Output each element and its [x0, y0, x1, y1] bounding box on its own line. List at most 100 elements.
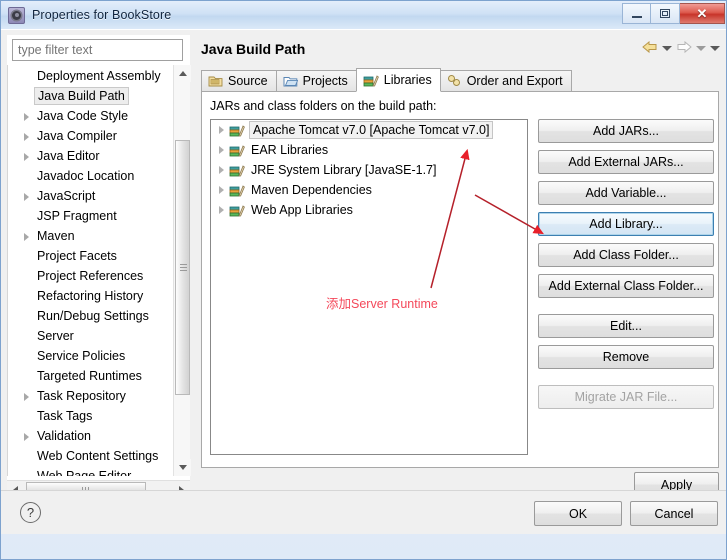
sidebar-item-label: Javadoc Location	[37, 169, 135, 183]
sidebar-item-label: Java Code Style	[37, 109, 129, 123]
sidebar-item-label: Targeted Runtimes	[37, 369, 142, 383]
settings-tree-panel: Deployment Assembly Java Build Path Java C…	[7, 35, 191, 497]
sidebar-item-refactoring-history[interactable]: Refactoring History	[8, 286, 174, 306]
library-list-item[interactable]: Web App Libraries	[211, 200, 527, 220]
settings-tree[interactable]: Deployment Assembly Java Build Path Java C…	[7, 65, 190, 476]
sidebar-item-task-tags[interactable]: Task Tags	[8, 406, 174, 426]
sidebar-item-label: JavaScript	[37, 189, 96, 203]
dialog-action-buttons: OK Cancel	[534, 501, 718, 526]
remove-button[interactable]: Remove	[538, 345, 714, 369]
minimize-button[interactable]	[622, 3, 651, 24]
tree-expand-chevron-right-icon[interactable]	[22, 191, 33, 202]
migrate-jar-file-button: Migrate JAR File...	[538, 385, 714, 409]
library-list-item[interactable]: EAR Libraries	[211, 140, 527, 160]
tab-source[interactable]: Source	[201, 70, 277, 92]
tree-expand-chevron-right-icon[interactable]	[217, 164, 229, 176]
sidebar-item-label: Server	[37, 329, 74, 343]
back-arrow-icon[interactable]	[642, 41, 658, 55]
tree-expand-chevron-right-icon[interactable]	[217, 144, 229, 156]
tab-label: Order and Export	[466, 74, 563, 88]
sidebar-item-targeted-runtimes[interactable]: Targeted Runtimes	[8, 366, 174, 386]
help-icon[interactable]: ?	[20, 502, 41, 523]
tree-expand-chevron-right-icon[interactable]	[217, 124, 229, 136]
tab-label: Source	[228, 74, 268, 88]
tree-expand-chevron-right-icon[interactable]	[22, 391, 33, 402]
library-list-item[interactable]: JRE System Library [JavaSE-1.7]	[211, 160, 527, 180]
sidebar-item-javadoc-location[interactable]: Javadoc Location	[8, 166, 174, 186]
cancel-button[interactable]: Cancel	[630, 501, 718, 526]
sidebar-item-label: Refactoring History	[37, 289, 144, 303]
tab-libraries[interactable]: Libraries	[355, 68, 441, 92]
scrollbar-thumb[interactable]	[175, 140, 190, 395]
sidebar-item-label: JSP Fragment	[37, 209, 117, 223]
tree-expand-chevron-right-icon[interactable]	[217, 204, 229, 216]
maximize-button[interactable]	[651, 3, 680, 24]
add-variable-button[interactable]: Add Variable...	[538, 181, 714, 205]
tree-expand-chevron-right-icon[interactable]	[22, 131, 33, 142]
edit-button[interactable]: Edit...	[538, 314, 714, 338]
sidebar-item-validation[interactable]: Validation	[8, 426, 174, 446]
tree-vertical-scrollbar[interactable]	[173, 65, 191, 476]
library-label: EAR Libraries	[251, 143, 329, 157]
add-external-class-folder-button[interactable]: Add External Class Folder...	[538, 274, 714, 298]
gear-icon	[8, 6, 25, 24]
sidebar-item-project-references[interactable]: Project References	[8, 266, 174, 286]
sidebar-item-web-page-editor[interactable]: Web Page Editor	[8, 466, 174, 476]
libraries-caption: JARs and class folders on the build path…	[210, 99, 437, 113]
library-icon	[229, 183, 245, 198]
minimize-icon	[631, 16, 642, 18]
page-title: Java Build Path	[201, 41, 306, 57]
sidebar-item-java-editor[interactable]: Java Editor	[8, 146, 174, 166]
view-menu-chevron-down-icon[interactable]	[710, 45, 720, 51]
sidebar-item-label: Web Content Settings	[37, 449, 159, 463]
window-controls: ✕	[622, 3, 725, 24]
filter-input[interactable]	[12, 39, 183, 61]
tree-expand-chevron-right-icon[interactable]	[22, 431, 33, 442]
sidebar-item-maven[interactable]: Maven	[8, 226, 174, 246]
library-icon	[229, 143, 245, 158]
sidebar-item-task-repository[interactable]: Task Repository	[8, 386, 174, 406]
ok-button[interactable]: OK	[534, 501, 622, 526]
library-list-item[interactable]: Maven Dependencies	[211, 180, 527, 200]
sidebar-item-run-debug-settings[interactable]: Run/Debug Settings	[8, 306, 174, 326]
tab-projects[interactable]: Projects	[275, 70, 357, 92]
dialog-body: Deployment Assembly Java Build Path Java C…	[1, 29, 726, 534]
library-label: Apache Tomcat v7.0 [Apache Tomcat v7.0]	[249, 121, 494, 139]
sidebar-item-web-content-settings[interactable]: Web Content Settings	[8, 446, 174, 466]
tree-expand-chevron-right-icon[interactable]	[22, 151, 33, 162]
tab-order-and-export[interactable]: Order and Export	[439, 70, 572, 92]
add-class-folder-button[interactable]: Add Class Folder...	[538, 243, 714, 267]
sidebar-item-javascript[interactable]: JavaScript	[8, 186, 174, 206]
sidebar-item-service-policies[interactable]: Service Policies	[8, 346, 174, 366]
tree-expand-chevron-right-icon[interactable]	[22, 231, 33, 242]
properties-dialog: Properties for BookStore ✕ Deployment As…	[0, 0, 727, 560]
back-history-chevron-down-icon[interactable]	[662, 45, 672, 51]
close-button[interactable]: ✕	[680, 3, 725, 24]
library-label: Web App Libraries	[251, 203, 353, 217]
add-external-jars-button[interactable]: Add External JARs...	[538, 150, 714, 174]
scroll-up-button[interactable]	[174, 65, 191, 82]
sidebar-item-java-code-style[interactable]: Java Code Style	[8, 106, 174, 126]
libraries-list[interactable]: Apache Tomcat v7.0 [Apache Tomcat v7.0] E…	[210, 119, 528, 455]
sidebar-item-server[interactable]: Server	[8, 326, 174, 346]
scroll-down-button[interactable]	[174, 459, 191, 476]
library-list-item[interactable]: Apache Tomcat v7.0 [Apache Tomcat v7.0]	[211, 120, 527, 140]
sidebar-item-java-compiler[interactable]: Java Compiler	[8, 126, 174, 146]
sidebar-item-deployment-assembly[interactable]: Deployment Assembly	[8, 66, 174, 86]
sidebar-item-project-facets[interactable]: Project Facets	[8, 246, 174, 266]
tab-label: Projects	[302, 74, 348, 88]
add-jars-button[interactable]: Add JARs...	[538, 119, 714, 143]
sidebar-item-java-build-path[interactable]: Java Build Path	[8, 86, 174, 106]
add-library-button[interactable]: Add Library...	[538, 212, 714, 236]
tree-expand-chevron-right-icon[interactable]	[217, 184, 229, 196]
sidebar-item-jsp-fragment[interactable]: JSP Fragment	[8, 206, 174, 226]
title-bar: Properties for BookStore ✕	[1, 1, 726, 29]
tree-expand-chevron-right-icon[interactable]	[22, 111, 33, 122]
